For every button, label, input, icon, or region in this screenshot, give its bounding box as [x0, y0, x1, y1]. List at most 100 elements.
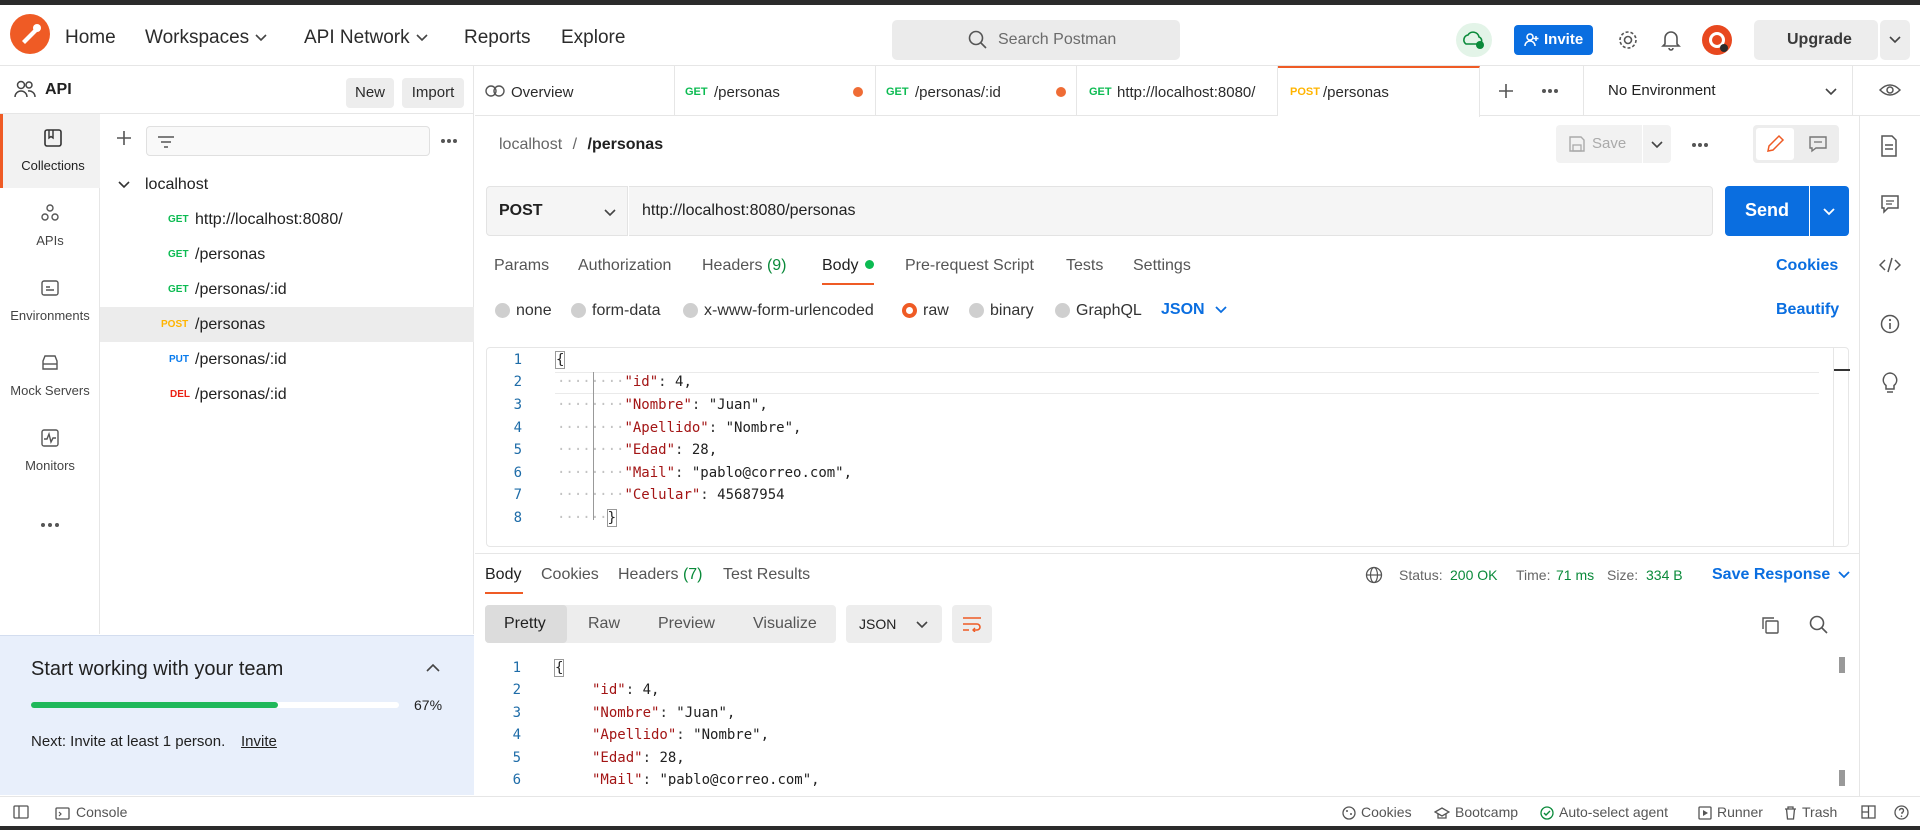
comments-icon[interactable]	[1880, 194, 1900, 214]
view-mode-pretty-selected[interactable]: Pretty	[485, 605, 567, 643]
lightbulb-icon[interactable]	[1881, 372, 1899, 394]
runner-button[interactable]: Runner	[1698, 804, 1763, 820]
nav-home[interactable]: Home	[65, 27, 116, 49]
rail-collections[interactable]: Collections	[0, 114, 100, 188]
url-input[interactable]: http://localhost:8080/personas	[629, 186, 1713, 236]
scrollbar-thumb-bottom[interactable]	[1839, 770, 1845, 786]
code-snippet-icon[interactable]	[1879, 256, 1901, 274]
response-tab-body[interactable]: Body	[485, 566, 521, 584]
avatar[interactable]	[1702, 25, 1732, 55]
notification-bell-icon[interactable]	[1661, 29, 1681, 51]
import-button[interactable]: Import	[402, 78, 464, 108]
radio-urlencoded[interactable]	[683, 303, 698, 318]
save-dropdown-button[interactable]	[1643, 125, 1671, 163]
wrap-lines-button[interactable]	[952, 605, 992, 643]
info-icon[interactable]	[1880, 314, 1900, 334]
sidebar-more-icon[interactable]	[440, 138, 458, 144]
invite-button[interactable]: Invite	[1514, 25, 1593, 55]
request-item[interactable]: PUT /personas/:id	[100, 342, 474, 377]
nav-explore[interactable]: Explore	[561, 27, 625, 49]
rail-environments[interactable]: Environments	[0, 264, 100, 338]
bootcamp-button[interactable]: Bootcamp	[1434, 804, 1518, 820]
upgrade-dropdown-button[interactable]	[1880, 20, 1910, 60]
request-body-editor[interactable]: 1 2 3 4 5 6 7 8 { ········"id": 4, ·····…	[486, 347, 1850, 547]
new-button[interactable]: New	[346, 78, 394, 108]
tab-settings[interactable]: Settings	[1133, 257, 1191, 275]
status-value[interactable]: 200 OK	[1450, 567, 1497, 583]
size-value[interactable]: 334 B	[1646, 567, 1683, 583]
more-options-icon[interactable]	[40, 522, 60, 528]
filter-input[interactable]	[146, 126, 430, 156]
breadcrumb-parent[interactable]: localhost	[499, 136, 562, 153]
view-mode-raw[interactable]: Raw	[588, 615, 620, 633]
request-more-icon[interactable]	[1691, 142, 1709, 148]
radio-none[interactable]	[495, 303, 510, 318]
copy-icon[interactable]	[1760, 615, 1780, 635]
response-body-viewer[interactable]: 1 2 3 4 5 6 { "id": 4, "Nombre": "Juan",…	[486, 657, 1849, 786]
send-button[interactable]: Send	[1725, 186, 1809, 236]
pane-divider[interactable]	[475, 553, 1859, 554]
toggle-sidebar-icon[interactable]	[13, 805, 29, 819]
tab-params[interactable]: Params	[494, 257, 549, 275]
editor-scrollbar[interactable]	[1833, 348, 1850, 546]
upgrade-button[interactable]: Upgrade	[1754, 20, 1878, 60]
nav-workspaces[interactable]: Workspaces	[145, 27, 267, 49]
new-tab-plus-icon[interactable]	[1498, 83, 1514, 99]
invite-link[interactable]: Invite	[241, 733, 277, 750]
cookies-link[interactable]: Cookies	[1776, 257, 1838, 275]
tab-request[interactable]: GET /personas	[675, 66, 876, 116]
response-scrollbar[interactable]	[1839, 657, 1845, 786]
save-response-button[interactable]: Save Response	[1712, 566, 1850, 584]
method-select[interactable]: POST	[486, 186, 628, 236]
beautify-link[interactable]: Beautify	[1776, 301, 1839, 319]
request-item[interactable]: GET http://localhost:8080/	[100, 202, 474, 237]
radio-raw-selected[interactable]	[902, 303, 917, 318]
response-tab-cookies[interactable]: Cookies	[541, 566, 599, 584]
search-box[interactable]: Search Postman	[892, 20, 1180, 60]
time-value[interactable]: 71 ms	[1556, 567, 1594, 583]
console-button[interactable]: Console	[55, 804, 127, 820]
help-icon[interactable]	[1894, 805, 1909, 820]
rail-apis[interactable]: APIs	[0, 189, 100, 263]
auto-select-agent-button[interactable]: Auto-select agent	[1540, 804, 1668, 820]
layout-two-pane-icon[interactable]	[1861, 805, 1876, 819]
tab-body[interactable]: Body	[822, 257, 875, 275]
radio-graphql[interactable]	[1055, 303, 1070, 318]
search-icon[interactable]	[1809, 615, 1829, 635]
collection-localhost[interactable]: localhost	[100, 167, 474, 202]
nav-reports[interactable]: Reports	[464, 27, 531, 49]
environment-selector[interactable]: No Environment	[1583, 66, 1853, 116]
body-format-select[interactable]: JSON	[1161, 301, 1227, 319]
tab-headers[interactable]: Headers (9)	[702, 257, 787, 275]
edit-pencil-icon[interactable]	[1756, 128, 1794, 160]
settings-gear-icon[interactable]	[1617, 29, 1639, 51]
tab-request[interactable]: GET /personas/:id	[876, 66, 1077, 116]
tab-overview[interactable]: Overview	[475, 66, 675, 116]
response-tab-test-results[interactable]: Test Results	[723, 566, 810, 584]
rail-mock-servers[interactable]: Mock Servers	[0, 339, 100, 413]
send-dropdown-button[interactable]	[1810, 186, 1849, 236]
postman-logo[interactable]	[10, 14, 50, 54]
save-button[interactable]: Save	[1556, 125, 1642, 163]
sync-cloud-icon[interactable]	[1456, 23, 1492, 57]
request-item[interactable]: DEL /personas/:id	[100, 377, 474, 412]
response-tab-headers[interactable]: Headers (7)	[618, 566, 703, 584]
rail-monitors[interactable]: Monitors	[0, 414, 100, 488]
tab-tests[interactable]: Tests	[1066, 257, 1103, 275]
tab-request[interactable]: GET http://localhost:8080/	[1077, 66, 1278, 116]
collapse-chevron-icon[interactable]	[426, 663, 440, 672]
scrollbar-thumb[interactable]	[1839, 657, 1845, 673]
trash-button[interactable]: Trash	[1784, 804, 1837, 820]
add-collection-icon[interactable]	[116, 130, 132, 146]
documentation-icon[interactable]	[1880, 135, 1898, 157]
scrollbar-thumb[interactable]	[1834, 369, 1850, 371]
tab-request-active[interactable]: POST /personas	[1278, 66, 1480, 117]
request-item[interactable]: GET /personas	[100, 237, 474, 272]
comment-view-icon[interactable]	[1808, 135, 1828, 153]
radio-binary[interactable]	[969, 303, 984, 318]
radio-form-data[interactable]	[571, 303, 586, 318]
response-format-select[interactable]: JSON	[846, 605, 942, 643]
request-item[interactable]: GET /personas/:id	[100, 272, 474, 307]
globe-icon[interactable]	[1365, 566, 1383, 584]
view-mode-visualize[interactable]: Visualize	[753, 615, 817, 633]
